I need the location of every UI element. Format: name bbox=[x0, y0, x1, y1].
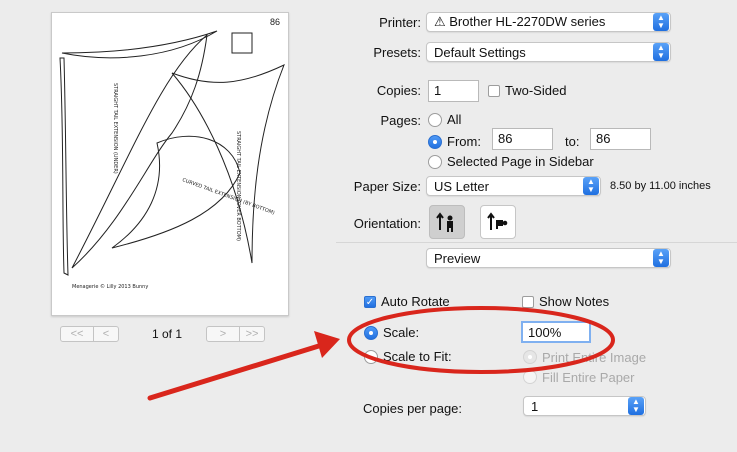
pages-selected-label: Selected Page in Sidebar bbox=[447, 154, 594, 169]
fill-entire-paper-radio[interactable] bbox=[523, 370, 537, 384]
popup-arrows-icon: ▲ ▼ bbox=[628, 397, 644, 415]
fill-entire-paper-label: Fill Entire Paper bbox=[542, 370, 635, 385]
copies-field[interactable]: 1 bbox=[428, 80, 479, 102]
pattern-label-1: STRAIGHT TAIL EXTENSION (UNDER) bbox=[112, 83, 118, 174]
printer-label: Printer: bbox=[379, 15, 421, 30]
paper-size-dims: 8.50 by 11.00 inches bbox=[610, 180, 711, 192]
copies-per-page-label: Copies per page: bbox=[363, 401, 463, 416]
presets-value: Default Settings bbox=[434, 44, 526, 60]
landscape-icon bbox=[487, 212, 508, 230]
pages-from-label: From: bbox=[447, 134, 481, 149]
copies-label: Copies: bbox=[376, 83, 421, 98]
presets-label: Presets: bbox=[373, 45, 421, 60]
popup-arrows-icon: ▲ ▼ bbox=[583, 177, 599, 195]
section-divider bbox=[336, 242, 737, 243]
pattern-label-3: CURVED TAIL EXTENSION (BY BOTTOM) bbox=[181, 177, 275, 216]
printer-popup[interactable]: ⚠ Brother HL-2270DW series ▲ ▼ bbox=[426, 12, 671, 32]
pages-from-radio[interactable] bbox=[428, 135, 442, 149]
section-popup[interactable]: Preview ▲ ▼ bbox=[426, 248, 671, 268]
popup-arrows-icon: ▲ ▼ bbox=[653, 43, 669, 61]
pages-all-label: All bbox=[447, 112, 462, 127]
pages-to-label: to: bbox=[565, 134, 580, 149]
show-notes-checkbox[interactable] bbox=[522, 296, 534, 308]
section-value: Preview bbox=[434, 250, 481, 266]
paper-size-label: Paper Size: bbox=[353, 179, 421, 194]
auto-rotate-label: Auto Rotate bbox=[381, 294, 450, 309]
annotation-arrow-icon bbox=[314, 331, 340, 358]
copies-per-page-value: 1 bbox=[531, 398, 539, 414]
pager-forward: > >> bbox=[206, 325, 265, 342]
two-sided-checkbox[interactable] bbox=[488, 85, 500, 97]
pager-back: << < bbox=[60, 325, 119, 342]
scale-field[interactable]: 100% bbox=[521, 321, 591, 343]
first-page-button[interactable]: << bbox=[61, 327, 93, 341]
printer-value: ⚠ Brother HL-2270DW series bbox=[434, 14, 606, 29]
paper-size-popup[interactable]: US Letter ▲ ▼ bbox=[426, 176, 601, 196]
pattern-drawing: STRAIGHT TAIL EXTENSION (UNDER) STRAIGHT… bbox=[59, 30, 285, 290]
pages-from-field[interactable]: 86 bbox=[492, 128, 553, 150]
page-count: 1 of 1 bbox=[152, 327, 183, 341]
scale-radio[interactable] bbox=[364, 326, 378, 340]
landscape-button[interactable] bbox=[480, 205, 516, 239]
print-entire-image-radio[interactable] bbox=[523, 350, 537, 364]
annotation-arrow-shaft bbox=[147, 342, 325, 401]
pages-to-field[interactable]: 86 bbox=[590, 128, 651, 150]
last-page-button[interactable]: >> bbox=[239, 326, 264, 341]
page-number: 86 bbox=[269, 17, 280, 27]
popup-arrows-icon: ▲ ▼ bbox=[653, 249, 669, 267]
next-page-button[interactable]: > bbox=[207, 327, 239, 341]
print-entire-image-label: Print Entire Image bbox=[542, 350, 647, 365]
portrait-button[interactable] bbox=[429, 205, 465, 239]
copies-per-page-popup[interactable]: 1 ▲ ▼ bbox=[523, 396, 646, 416]
pages-label: Pages: bbox=[380, 113, 421, 128]
scale-to-fit-label: Scale to Fit: bbox=[383, 349, 452, 364]
auto-rotate-checkbox[interactable]: ✓ bbox=[364, 296, 376, 308]
pattern-label-2: STRAIGHT TAIL EXTENSION (OVER BOTTOM) bbox=[235, 131, 241, 241]
two-sided-label: Two-Sided bbox=[505, 83, 567, 98]
popup-arrows-icon: ▲ ▼ bbox=[653, 13, 669, 31]
paper-size-value: US Letter bbox=[434, 178, 489, 194]
pages-all-radio[interactable] bbox=[428, 113, 442, 127]
prev-page-button[interactable]: < bbox=[93, 326, 118, 341]
scale-label: Scale: bbox=[383, 325, 420, 340]
pattern-label-4: Menagerie © Lilly 2013 Bunny bbox=[72, 283, 148, 290]
show-notes-label: Show Notes bbox=[539, 294, 610, 309]
pages-selected-radio[interactable] bbox=[428, 155, 442, 169]
page-preview: STRAIGHT TAIL EXTENSION (UNDER) STRAIGHT… bbox=[51, 12, 289, 316]
orientation-label: Orientation: bbox=[353, 216, 421, 231]
portrait-icon bbox=[436, 212, 453, 232]
scale-to-fit-radio[interactable] bbox=[364, 350, 378, 364]
presets-popup[interactable]: Default Settings ▲ ▼ bbox=[426, 42, 671, 62]
